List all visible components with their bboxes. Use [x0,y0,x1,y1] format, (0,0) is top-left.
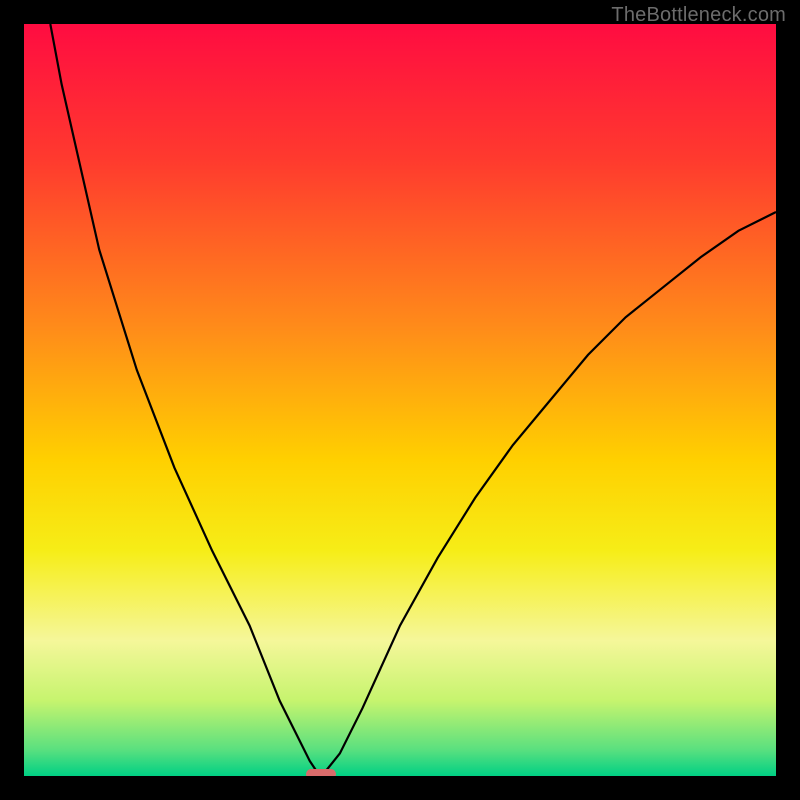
plot-area [24,24,776,776]
bottleneck-curve [24,24,776,776]
optimal-marker [306,769,336,776]
watermark-text: TheBottleneck.com [611,4,786,27]
chart-frame: TheBottleneck.com [0,0,800,800]
